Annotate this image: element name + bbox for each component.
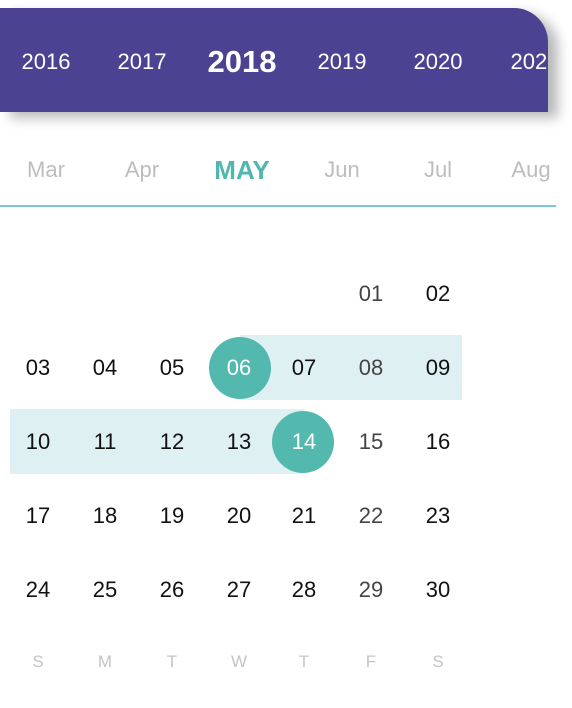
month-option[interactable]: Jul	[424, 150, 452, 190]
weekday-label: W	[230, 652, 248, 671]
day-cell[interactable]: 06	[209, 348, 269, 388]
day-cell[interactable]: 28	[274, 570, 334, 610]
day-cell[interactable]: 22	[341, 496, 401, 536]
day-cell[interactable]: 15	[341, 422, 401, 462]
year-option[interactable]: 2020	[414, 8, 463, 112]
day-cell[interactable]: 11	[75, 422, 135, 462]
year-option[interactable]: 2016	[22, 8, 71, 112]
weekday-label: S	[432, 652, 444, 671]
day-cell[interactable]: 21	[274, 496, 334, 536]
year-option[interactable]: 2019	[318, 8, 367, 112]
day-cell[interactable]: 09	[408, 348, 468, 388]
weekday-label: T	[298, 652, 310, 671]
year-option[interactable]: 2017	[118, 8, 167, 112]
month-option[interactable]: Jun	[324, 150, 359, 190]
day-cell[interactable]: 08	[341, 348, 401, 388]
day-cell[interactable]: 17	[8, 496, 68, 536]
day-cell[interactable]: 16	[408, 422, 468, 462]
day-cell[interactable]: 19	[142, 496, 202, 536]
month-option[interactable]: Apr	[125, 150, 159, 190]
weekday-label: M	[97, 652, 113, 671]
weekday-label: T	[166, 652, 178, 671]
day-cell[interactable]: 02	[408, 274, 468, 314]
day-cell[interactable]: 05	[142, 348, 202, 388]
weekday-label: S	[32, 652, 44, 671]
year-option-selected[interactable]: 2018	[208, 8, 277, 112]
day-cell[interactable]: 30	[408, 570, 468, 610]
month-option[interactable]: Mar	[27, 150, 65, 190]
month-option[interactable]: Aug	[511, 150, 550, 190]
day-cell[interactable]: 23	[408, 496, 468, 536]
year-selector-bar: 2016 2017 2018 2019 2020 2020	[0, 8, 548, 112]
day-cell[interactable]: 07	[274, 348, 334, 388]
day-cell[interactable]: 12	[142, 422, 202, 462]
day-cell[interactable]: 26	[142, 570, 202, 610]
day-cell[interactable]: 10	[8, 422, 68, 462]
weekday-label: F	[365, 652, 377, 671]
day-cell[interactable]: 20	[209, 496, 269, 536]
day-cell[interactable]: 13	[209, 422, 269, 462]
day-cell[interactable]: 03	[8, 348, 68, 388]
day-cell[interactable]: 18	[75, 496, 135, 536]
day-cell[interactable]: 25	[75, 570, 135, 610]
day-cell[interactable]: 01	[341, 274, 401, 314]
year-option[interactable]: 2020	[511, 8, 548, 112]
day-cell[interactable]: 27	[209, 570, 269, 610]
day-cell[interactable]: 14	[274, 422, 334, 462]
day-cell[interactable]: 04	[75, 348, 135, 388]
month-option-selected[interactable]: MAY	[214, 150, 269, 190]
day-cell[interactable]: 24	[8, 570, 68, 610]
day-cell[interactable]: 29	[341, 570, 401, 610]
month-divider	[0, 205, 556, 207]
